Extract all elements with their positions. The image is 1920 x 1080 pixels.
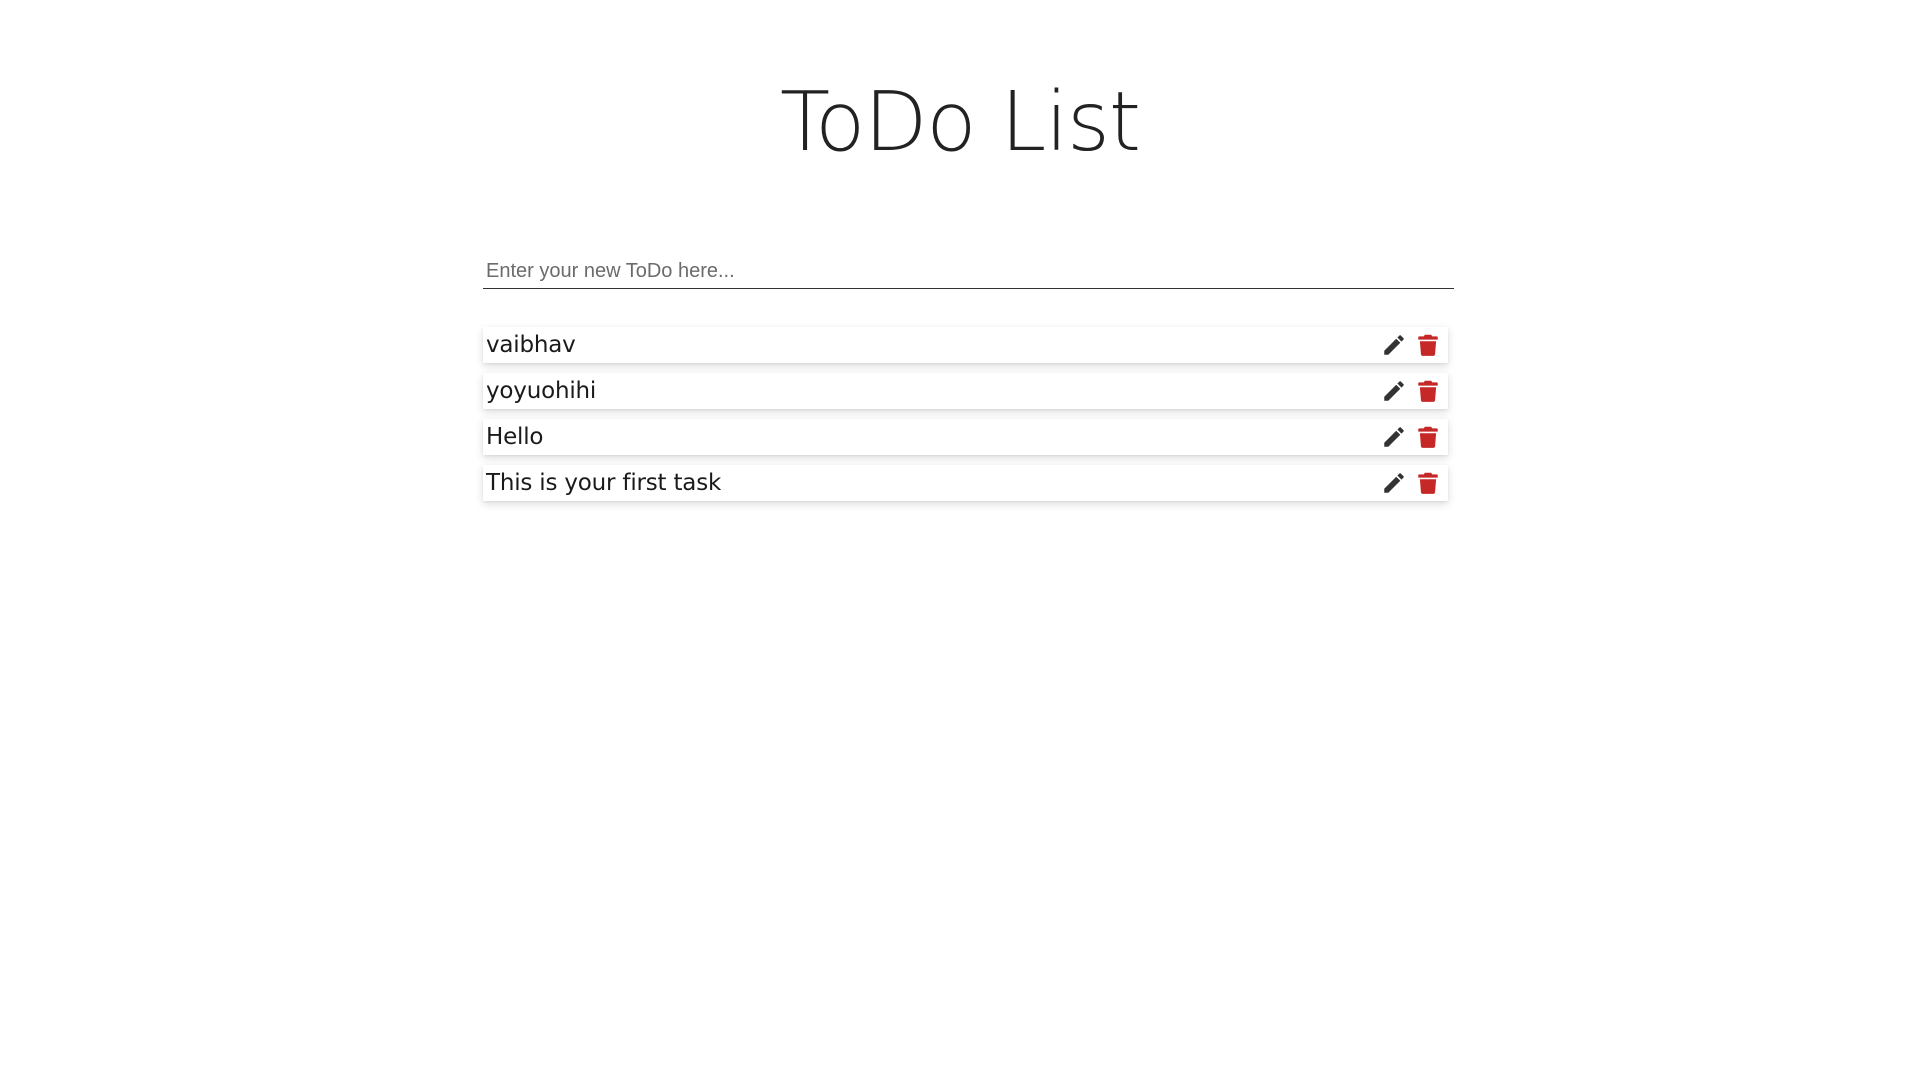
delete-button[interactable] [1414, 423, 1442, 451]
edit-button[interactable] [1380, 423, 1408, 451]
todo-text: yoyuohihi [486, 378, 597, 404]
delete-button[interactable] [1414, 469, 1442, 497]
delete-button[interactable] [1414, 377, 1442, 405]
pencil-icon [1384, 335, 1404, 355]
new-todo-field [483, 256, 1454, 289]
edit-button[interactable] [1380, 331, 1408, 359]
trash-icon [1418, 472, 1438, 494]
todo-text: This is your first task [486, 470, 722, 496]
todo-actions [1380, 377, 1442, 405]
todo-text: vaibhav [486, 332, 576, 358]
pencil-icon [1384, 473, 1404, 493]
todo-list: vaibhav yoyuohihi Hello This is your fir… [483, 327, 1448, 511]
delete-button[interactable] [1414, 331, 1442, 359]
new-todo-input[interactable] [483, 256, 1454, 286]
edit-button[interactable] [1380, 469, 1408, 497]
trash-icon [1418, 380, 1438, 402]
edit-button[interactable] [1380, 377, 1408, 405]
todo-actions [1380, 423, 1442, 451]
todo-item: Hello [483, 419, 1448, 455]
todo-app: ToDo List vaibhav yoyuohihi [0, 0, 1920, 1080]
todo-actions [1380, 331, 1442, 359]
todo-item: yoyuohihi [483, 373, 1448, 409]
todo-text: Hello [486, 424, 544, 450]
todo-item: vaibhav [483, 327, 1448, 363]
page-title: ToDo List [779, 75, 1141, 170]
todo-item: This is your first task [483, 465, 1448, 501]
pencil-icon [1384, 381, 1404, 401]
trash-icon [1418, 426, 1438, 448]
trash-icon [1418, 334, 1438, 356]
pencil-icon [1384, 427, 1404, 447]
todo-actions [1380, 469, 1442, 497]
